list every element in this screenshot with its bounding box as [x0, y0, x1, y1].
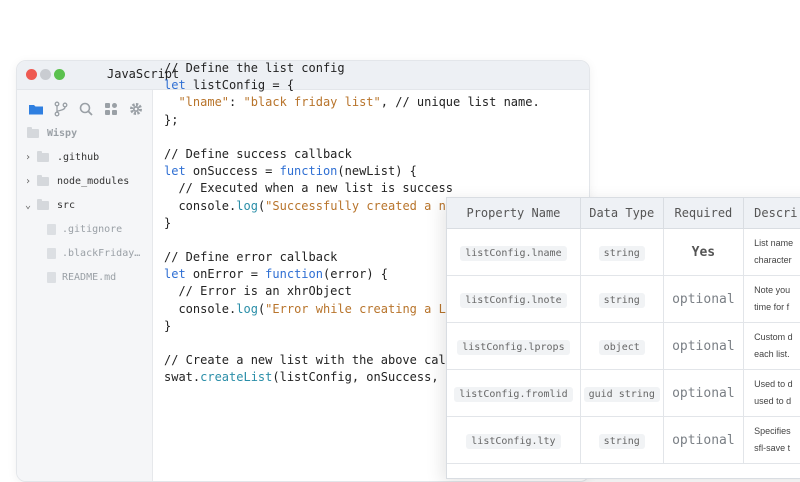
description-line: time for f	[754, 302, 790, 312]
property-name-code: listConfig.lty	[466, 434, 561, 449]
properties-table: Property Name Data Type Required Descri …	[447, 198, 800, 464]
cell-property-name: listConfig.fromlid	[447, 369, 581, 417]
branch-icon[interactable]	[52, 100, 70, 118]
cell-data-type: string	[580, 416, 664, 464]
chevron-down-icon: ⌄	[24, 199, 32, 211]
data-type-code: string	[598, 434, 645, 449]
description-line: character	[754, 255, 792, 265]
cell-required: optional	[663, 369, 745, 417]
data-type-code: object	[598, 340, 645, 355]
gear-icon[interactable]	[127, 100, 145, 118]
file-icon	[47, 247, 56, 259]
search-icon[interactable]	[77, 100, 95, 118]
folder-icon[interactable]	[27, 100, 45, 118]
cell-required: optional	[663, 275, 745, 323]
required-value: optional	[672, 339, 735, 354]
property-name-code: listConfig.lname	[460, 246, 567, 261]
cell-property-name: listConfig.lnote	[447, 275, 581, 323]
property-name-code: listConfig.lprops	[457, 340, 570, 355]
data-type-code: string	[598, 293, 645, 308]
tree-item-gitignore[interactable]: .gitignore	[47, 220, 182, 238]
code-line: // Define the list config	[164, 61, 345, 75]
code-line: };	[164, 112, 179, 127]
data-type-code: guid string	[583, 387, 660, 402]
column-header-property-name: Property Name	[447, 198, 581, 229]
code-line: // Executed when a new list is success	[164, 181, 453, 196]
cell-property-name: listConfig.lname	[447, 228, 581, 276]
tree-item-github[interactable]: › .github	[23, 148, 158, 166]
tree-item-node-modules[interactable]: › node_modules	[23, 172, 158, 190]
folder-icon	[27, 126, 39, 138]
file-icon	[47, 223, 56, 235]
properties-table-card: Property Name Data Type Required Descri …	[446, 197, 800, 479]
chevron-right-icon: ›	[24, 151, 32, 163]
column-header-required: Required	[663, 198, 745, 229]
table-header-row: Property Name Data Type Required Descri	[447, 198, 800, 229]
folder-icon	[37, 150, 49, 162]
description-line: Used to d	[754, 379, 793, 389]
tree-item-label: .gitignore	[62, 223, 123, 235]
required-value: optional	[672, 292, 735, 307]
column-header-data-type: Data Type	[580, 198, 664, 229]
tree-item-readme[interactable]: README.md	[47, 268, 182, 286]
cell-property-name: listConfig.lprops	[447, 322, 581, 370]
description-line: Specifies	[754, 426, 791, 436]
cell-description: Note you time for f	[743, 275, 800, 323]
description-line: List name	[754, 238, 794, 248]
table-row: listConfig.lprops object optional Custom d e…	[447, 322, 800, 370]
cell-required: Yes	[663, 228, 745, 276]
folder-icon	[37, 174, 49, 186]
required-value: Yes	[691, 245, 716, 260]
folder-icon	[37, 198, 49, 210]
tree-item-label: node_modules	[57, 175, 130, 187]
tree-item-src[interactable]: ⌄ src	[23, 196, 158, 214]
description-line: each list.	[754, 349, 790, 359]
description-line: sfl-save t	[754, 443, 791, 453]
project-name: Wispy	[47, 127, 78, 139]
data-type-code: string	[598, 246, 645, 261]
table-row: listConfig.lnote string optional Note you ti…	[447, 275, 800, 323]
code-line: let onSuccess = function(newList) {	[164, 164, 417, 179]
description-line: Custom d	[754, 332, 793, 342]
description-line: Note you	[754, 285, 791, 295]
table-row: listConfig.lty string optional Specifies sfl…	[447, 416, 800, 464]
maximize-window-button[interactable]	[54, 69, 65, 80]
tree-item-blackfriday[interactable]: .blackFriday…	[47, 244, 182, 262]
chevron-right-icon: ›	[24, 175, 32, 187]
property-name-code: listConfig.fromlid	[454, 387, 573, 402]
code-line: // Define success callback	[164, 146, 352, 161]
code-line: let listConfig = {	[164, 78, 295, 93]
table-row: listConfig.lname string Yes List name charac…	[447, 228, 800, 276]
code-line: "lname": "black friday list", // unique …	[178, 95, 540, 110]
close-window-button[interactable]	[26, 69, 37, 80]
tree-item-label: README.md	[62, 271, 117, 283]
cell-data-type: guid string	[580, 369, 664, 417]
cell-description: Specifies sfl-save t	[743, 416, 800, 464]
cell-data-type: string	[580, 228, 664, 276]
tree-item-label: .github	[57, 151, 100, 163]
required-value: optional	[672, 433, 735, 448]
cell-data-type: string	[580, 275, 664, 323]
project-root[interactable]: Wispy	[27, 124, 162, 142]
minimize-window-button[interactable]	[40, 69, 51, 80]
cell-description: List name character	[743, 228, 800, 276]
column-header-description: Descri	[743, 198, 800, 229]
required-value: optional	[672, 386, 735, 401]
cell-description: Used to d used to d	[743, 369, 800, 417]
description-line: used to d	[754, 396, 792, 406]
property-name-code: listConfig.lnote	[460, 293, 567, 308]
table-row: listConfig.fromlid guid string optional Use…	[447, 369, 800, 417]
cell-data-type: object	[580, 322, 664, 370]
file-icon	[47, 271, 56, 283]
cell-required: optional	[663, 322, 745, 370]
cell-description: Custom d each list.	[743, 322, 800, 370]
tree-item-label: .blackFriday…	[62, 247, 141, 259]
cell-required: optional	[663, 416, 745, 464]
tree-item-label: src	[57, 199, 76, 211]
cell-property-name: listConfig.lty	[447, 416, 581, 464]
extensions-icon[interactable]	[102, 100, 120, 118]
file-explorer-sidebar: Wispy › .github › node_modules ⌄ src .gi…	[17, 90, 153, 481]
